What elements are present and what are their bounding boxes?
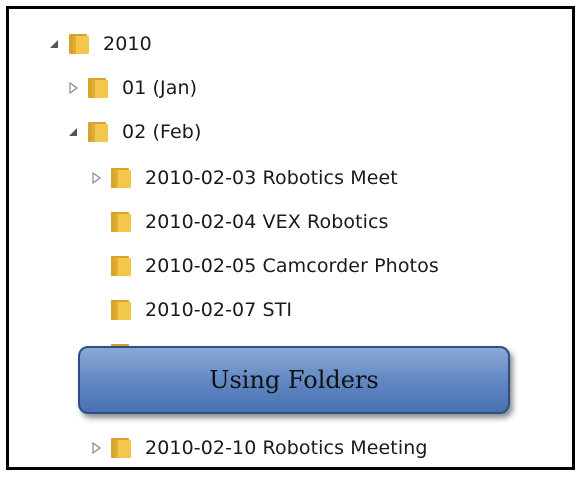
callout-text: Using Folders	[209, 366, 379, 394]
tree-item-label: 2010-02-05 Camcorder Photos	[145, 255, 439, 277]
tree-item-01-jan[interactable]: 01 (Jan)	[66, 68, 197, 108]
collapsed-triangle-icon[interactable]	[89, 441, 103, 455]
tree-item-label: 2010	[103, 33, 152, 55]
expanded-triangle-icon[interactable]	[47, 37, 61, 51]
tree-item-label: 01 (Jan)	[122, 77, 198, 99]
folder-icon	[67, 33, 91, 55]
tree-item-camcorder-photos[interactable]: 2010-02-05 Camcorder Photos	[89, 246, 439, 286]
tree-item-label: 2010-02-10 Robotics Meeting	[145, 437, 428, 459]
tree-item-robotics-meeting[interactable]: 2010-02-10 Robotics Meeting	[89, 428, 428, 467]
tree-item-label: 2010-02-03 Robotics Meet	[145, 167, 398, 189]
tree-item-2010[interactable]: 2010	[47, 24, 152, 64]
tree-item-label: 2010-02-04 VEX Robotics	[145, 211, 389, 233]
folder-icon	[109, 211, 133, 233]
tree-item-label: 2010-02-07 STI	[145, 299, 293, 321]
tree-item-robotics-meet[interactable]: 2010-02-03 Robotics Meet	[89, 158, 398, 198]
folder-icon	[86, 121, 110, 143]
collapsed-triangle-icon[interactable]	[66, 81, 80, 95]
folder-icon	[86, 77, 110, 99]
collapsed-triangle-icon[interactable]	[89, 171, 103, 185]
tree-item-vex-robotics[interactable]: 2010-02-04 VEX Robotics	[89, 202, 389, 242]
expanded-triangle-icon[interactable]	[66, 125, 80, 139]
tree-item-02-feb[interactable]: 02 (Feb)	[66, 112, 201, 152]
folder-icon	[109, 437, 133, 459]
tree-item-sti[interactable]: 2010-02-07 STI	[89, 290, 292, 330]
tree-item-label: 02 (Feb)	[122, 121, 202, 143]
folder-icon	[109, 255, 133, 277]
using-folders-callout: Using Folders	[78, 346, 510, 414]
folder-icon	[109, 299, 133, 321]
folder-icon	[109, 167, 133, 189]
